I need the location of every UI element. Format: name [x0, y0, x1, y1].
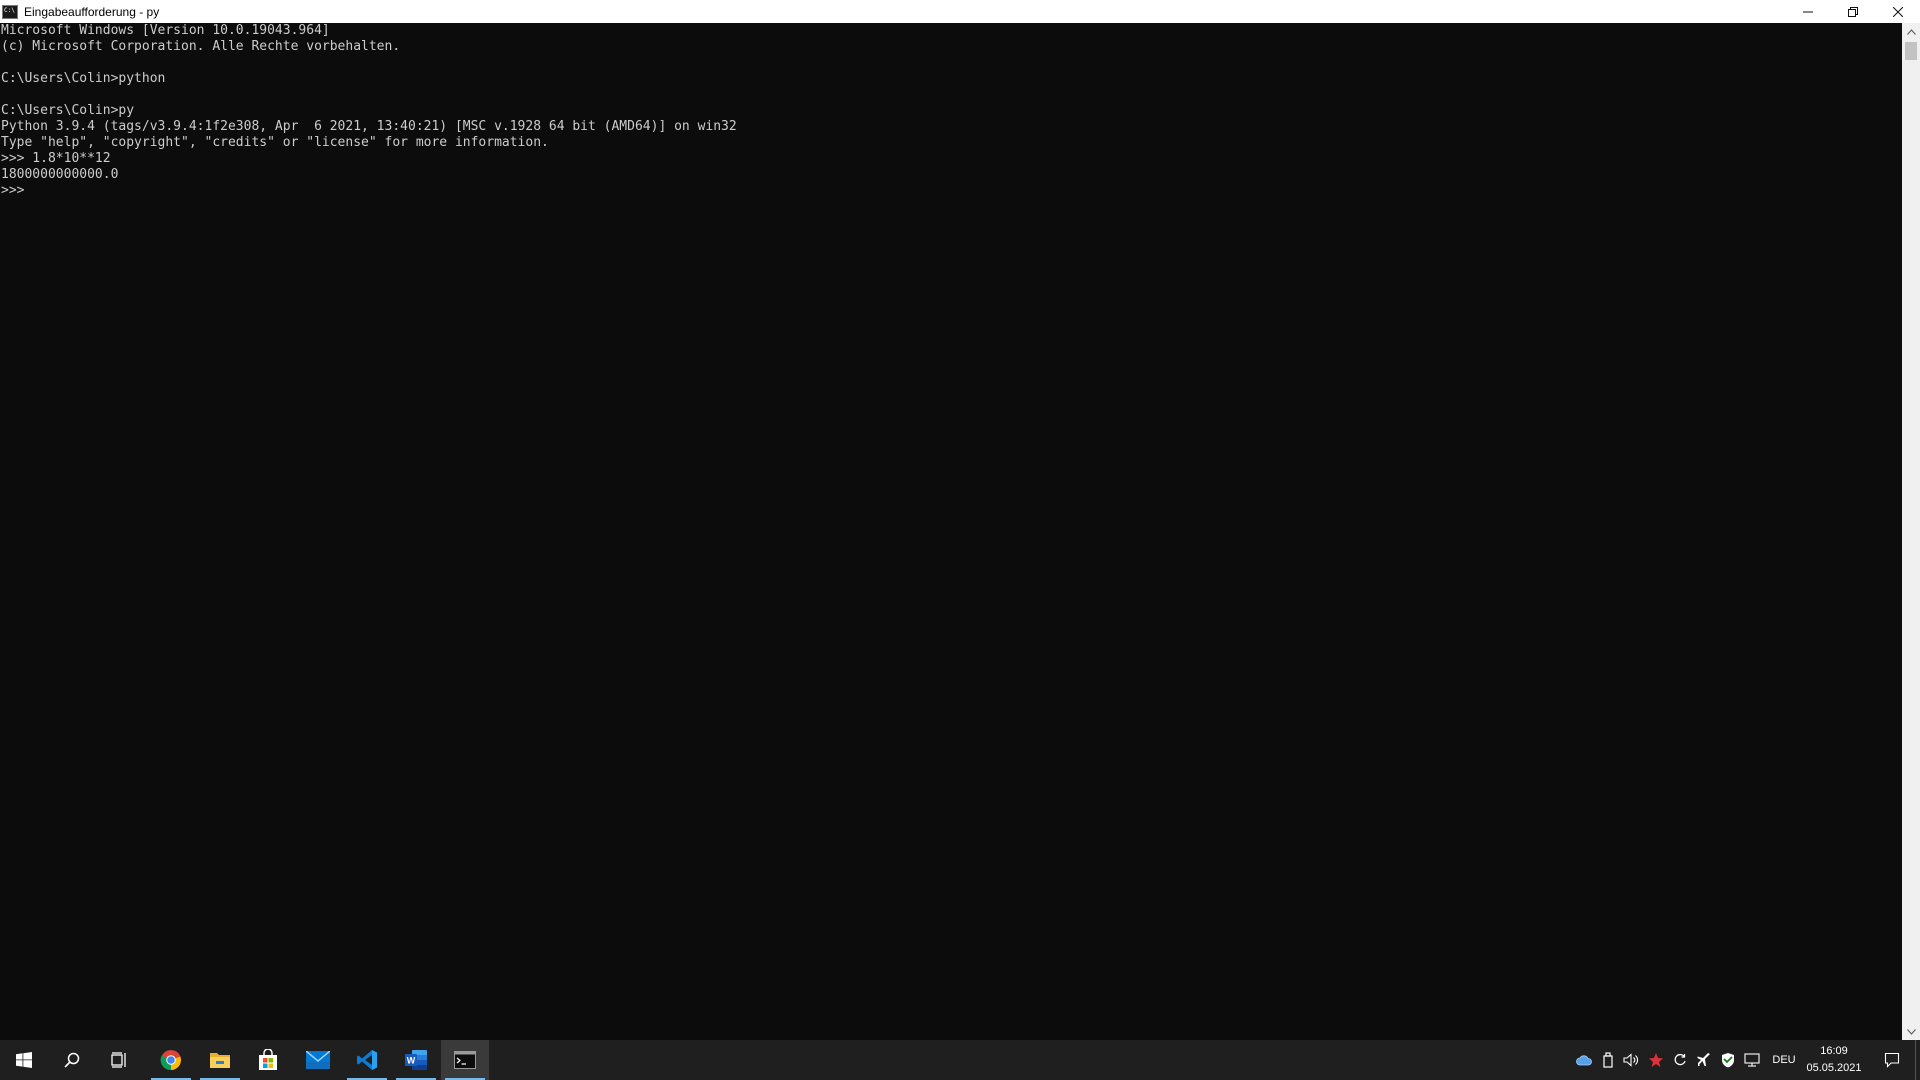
command-prompt-icon[interactable] [2, 4, 18, 19]
minimize-button[interactable] [1785, 0, 1830, 23]
console-line: (c) Microsoft Corporation. Alle Rechte v… [1, 39, 401, 54]
show-desktop-button[interactable] [1915, 1040, 1920, 1080]
taskbar-app-vscode[interactable] [343, 1040, 391, 1080]
command-prompt-icon [454, 1051, 476, 1069]
console-line: Python 3.9.4 (tags/v3.9.4:1f2e308, Apr 6… [1, 119, 737, 134]
window-controls [1785, 0, 1920, 23]
scrollbar-thumb[interactable] [1905, 42, 1917, 60]
notification-icon [1884, 1052, 1900, 1068]
taskbar-app-command-prompt[interactable] [441, 1040, 489, 1080]
cloud-icon [1576, 1055, 1592, 1066]
store-icon [259, 1049, 277, 1070]
mail-icon [306, 1051, 330, 1069]
taskbar-app-file-explorer[interactable] [196, 1040, 244, 1080]
word-icon: W [405, 1050, 427, 1070]
refresh-icon [1674, 1053, 1686, 1066]
chevron-down-icon [1906, 1028, 1916, 1035]
taskbar-app-chrome[interactable] [147, 1040, 195, 1080]
shield-icon [1722, 1053, 1734, 1068]
taskbar-app-mail[interactable] [294, 1040, 342, 1080]
window-title-bar[interactable]: Eingabeaufforderung - py [0, 0, 1920, 23]
start-windows-icon [16, 1052, 32, 1068]
tray-volume-icon[interactable] [1621, 1040, 1643, 1080]
task-view-icon [111, 1052, 126, 1068]
window-title: Eingabeaufforderung - py [24, 4, 160, 19]
console-output-area[interactable]: Microsoft Windows [Version 10.0.19043.96… [0, 23, 1902, 1040]
taskbar-app-store[interactable] [244, 1040, 292, 1080]
red-star-icon [1649, 1053, 1663, 1067]
restore-icon [1847, 6, 1858, 17]
tray-security-alert-icon[interactable] [1645, 1040, 1667, 1080]
speaker-icon [1623, 1053, 1638, 1067]
tray-usb-icon[interactable] [1597, 1040, 1619, 1080]
scroll-up-button[interactable] [1902, 23, 1920, 40]
svg-text:W: W [407, 1056, 416, 1066]
console-line: Type "help", "copyright", "credits" or "… [1, 135, 549, 150]
minimize-icon [1802, 11, 1813, 12]
task-view-button[interactable] [96, 1040, 144, 1080]
clock-date: 05.05.2021 [1806, 1062, 1862, 1074]
chevron-up-icon [1906, 28, 1916, 35]
taskbar: W DEU 16:09 05.05.2021 [0, 1040, 1920, 1080]
chrome-icon [160, 1050, 181, 1071]
clock-time: 16:09 [1820, 1045, 1848, 1057]
close-icon [1892, 6, 1903, 17]
tray-onedrive-icon[interactable] [1573, 1040, 1595, 1080]
vertical-scrollbar[interactable] [1902, 23, 1920, 1040]
usb-drive-icon [1603, 1052, 1613, 1068]
taskbar-app-word[interactable]: W [392, 1040, 440, 1080]
search-button[interactable] [48, 1040, 96, 1080]
input-language-indicator[interactable]: DEU [1770, 1040, 1798, 1080]
airplane-icon [1697, 1053, 1710, 1066]
console-prompt-line[interactable]: >>> [1, 183, 32, 198]
console-line: C:\Users\Colin>python [1, 71, 166, 86]
tray-airplane-icon[interactable] [1693, 1040, 1715, 1080]
tray-network-icon[interactable] [1741, 1040, 1763, 1080]
console-line: Microsoft Windows [Version 10.0.19043.96… [1, 23, 330, 38]
desktop-screen: Eingabeaufforderung - py Microsoft Windo… [0, 0, 1920, 1080]
start-button[interactable] [0, 1040, 48, 1080]
console-line: C:\Users\Colin>py [1, 103, 135, 118]
tray-defender-icon[interactable] [1717, 1040, 1739, 1080]
action-center-button[interactable] [1872, 1040, 1912, 1080]
console-line: 1800000000000.0 [1, 167, 119, 182]
console-line: >>> 1.8*10**12 [1, 151, 111, 166]
vscode-icon [357, 1050, 377, 1070]
taskbar-clock[interactable]: 16:09 05.05.2021 [1800, 1043, 1868, 1077]
tray-sync-icon[interactable] [1669, 1040, 1691, 1080]
scroll-down-button[interactable] [1902, 1023, 1920, 1040]
restore-button[interactable] [1830, 0, 1875, 23]
file-explorer-icon [210, 1053, 230, 1068]
network-icon [1744, 1053, 1760, 1067]
search-icon [64, 1052, 80, 1068]
close-button[interactable] [1875, 0, 1920, 23]
